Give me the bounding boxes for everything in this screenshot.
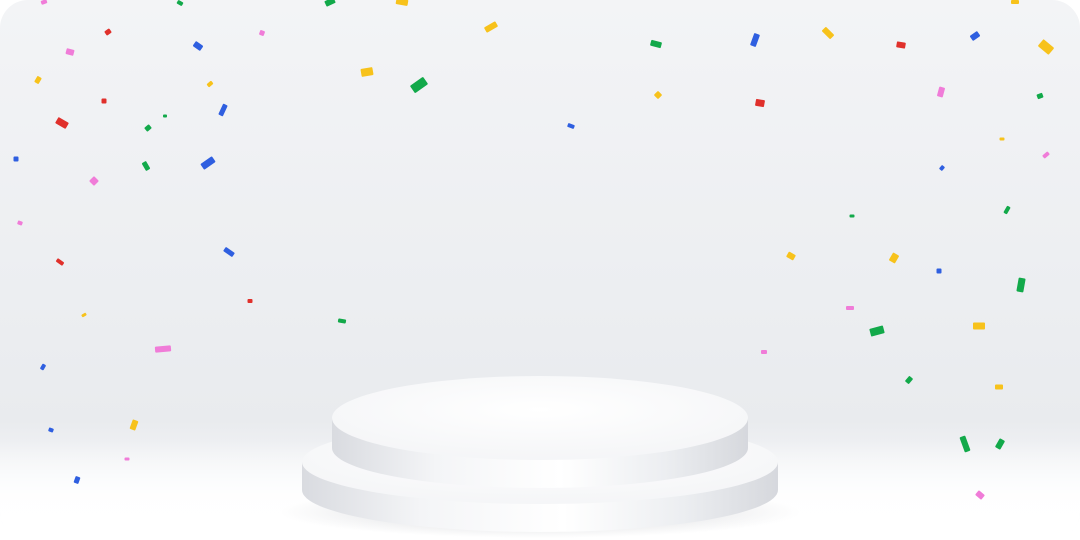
podium [280, 376, 800, 538]
celebration-scene [0, 0, 1080, 540]
podium-top-tier-top [332, 376, 748, 460]
